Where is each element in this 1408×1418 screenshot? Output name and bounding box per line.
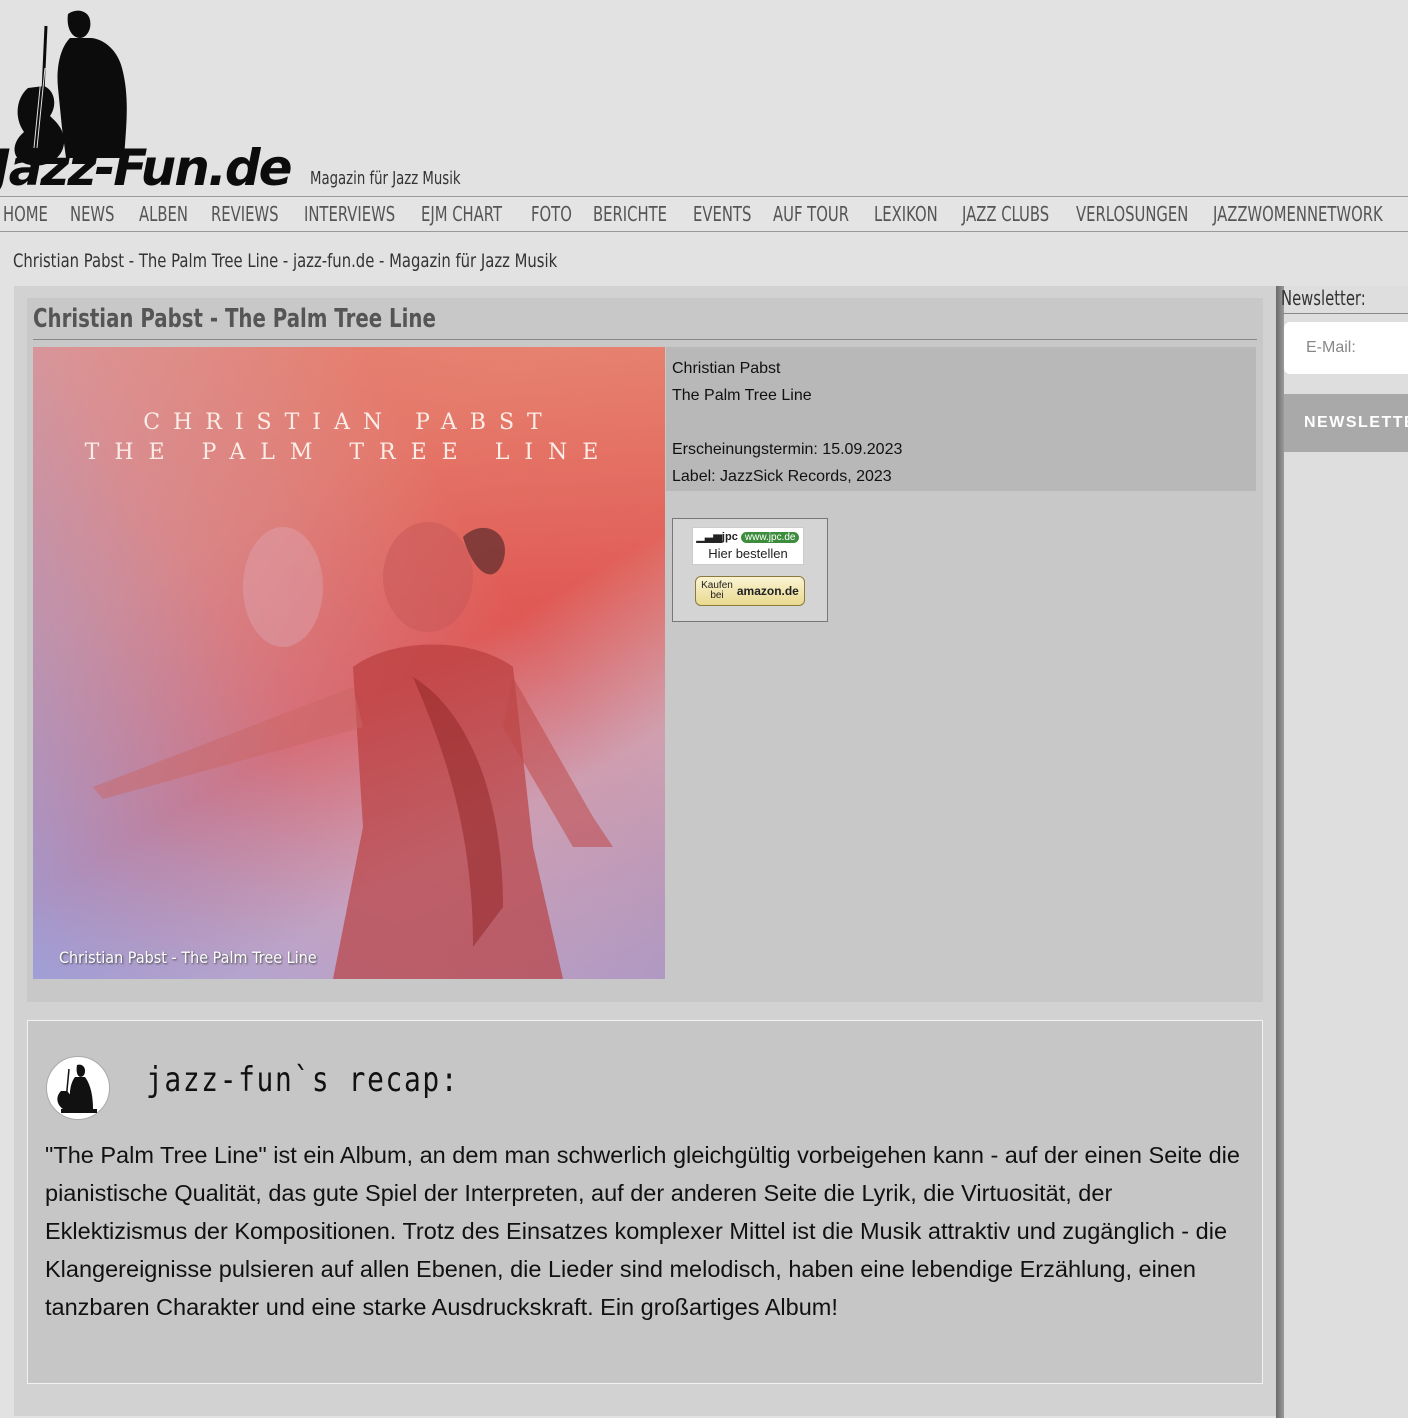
site-tagline: Magazin für Jazz Musik (310, 168, 461, 189)
article-title: Christian Pabst - The Palm Tree Line (33, 304, 1257, 340)
newsletter-subscribe-button[interactable]: NEWSLETTER (1284, 394, 1408, 452)
nav-item-news[interactable]: NEWS (70, 202, 121, 226)
nav-item-events[interactable]: EVENTS (693, 202, 752, 226)
cover-caption: Christian Pabst - The Palm Tree Line (59, 948, 317, 967)
recap-text: "The Palm Tree Line" ist ein Album, an d… (45, 1142, 1240, 1320)
nav-item-jazz-clubs[interactable]: JAZZ CLUBS (962, 202, 1049, 226)
shop-links-box: ▁▃▅jpc www.jpc.de Hier bestellen Kaufen … (672, 518, 828, 622)
nav-item-berichte[interactable]: BERICHTE (593, 202, 667, 226)
jpc-order-button[interactable]: ▁▃▅jpc www.jpc.de Hier bestellen (692, 527, 804, 565)
cover-album-text: THE PALM TREE LINE (84, 440, 614, 465)
sidebar-divider (1276, 286, 1284, 1418)
nav-item-reviews[interactable]: REVIEWS (211, 202, 280, 226)
jpc-logo: ▁▃▅jpc www.jpc.de (693, 530, 803, 545)
nav-item-interviews[interactable]: INTERVIEWS (304, 202, 395, 226)
info-artist: Christian Pabst (672, 360, 781, 377)
info-release-date: Erscheinungstermin: 15.09.2023 (672, 441, 903, 458)
sidebar (1284, 286, 1408, 1418)
info-album: The Palm Tree Line (672, 387, 812, 404)
recap-heading: jazz-fun`s recap: (146, 1060, 460, 1100)
cover-artist-text: CHRISTIAN PABST (143, 410, 555, 435)
nav-item-foto[interactable]: FOTO (531, 202, 577, 226)
nav-item-jazzwomennetwork[interactable]: JAZZWOMENNETWORK (1213, 202, 1383, 226)
jpc-signal-icon: ▁▃▅ (696, 531, 722, 543)
jpc-url-badge: www.jpc.de (740, 532, 800, 543)
site-logo[interactable]: Jazz-Fun.de (0, 138, 293, 198)
album-cover-image[interactable]: CHRISTIAN PABST THE PALM TREE LINE Chris… (33, 347, 665, 979)
jpc-order-label: Hier bestellen (708, 546, 788, 561)
site-header: Jazz-Fun.de Magazin für Jazz Musik (0, 0, 1408, 198)
main-navigation: HOME NEWS ALBEN REVIEWS INTERVIEWS EJM C… (0, 196, 1408, 232)
newsletter-label: Newsletter: (1281, 286, 1408, 314)
info-label: Label: JazzSick Records, 2023 (672, 468, 892, 485)
nav-item-verlosungen[interactable]: VERLOSUNGEN (1076, 202, 1188, 226)
page-breadcrumb: Christian Pabst - The Palm Tree Line - j… (13, 250, 558, 272)
amazon-logo: amazon.de (736, 584, 799, 598)
nav-item-alben[interactable]: ALBEN (139, 202, 192, 226)
nav-item-lexikon[interactable]: LEXIKON (874, 202, 939, 226)
nav-item-ejm-chart[interactable]: EJM CHART (421, 202, 502, 226)
recap-bassist-logo-icon (46, 1056, 110, 1120)
album-info-box: Christian Pabst The Palm Tree Line Ersch… (666, 347, 1256, 491)
amazon-buy-button[interactable]: Kaufen bei amazon.de (695, 576, 805, 606)
newsletter-email-input[interactable] (1284, 322, 1408, 374)
nav-item-home[interactable]: HOME (3, 202, 53, 226)
nav-item-auf-tour[interactable]: AUF TOUR (773, 202, 849, 226)
